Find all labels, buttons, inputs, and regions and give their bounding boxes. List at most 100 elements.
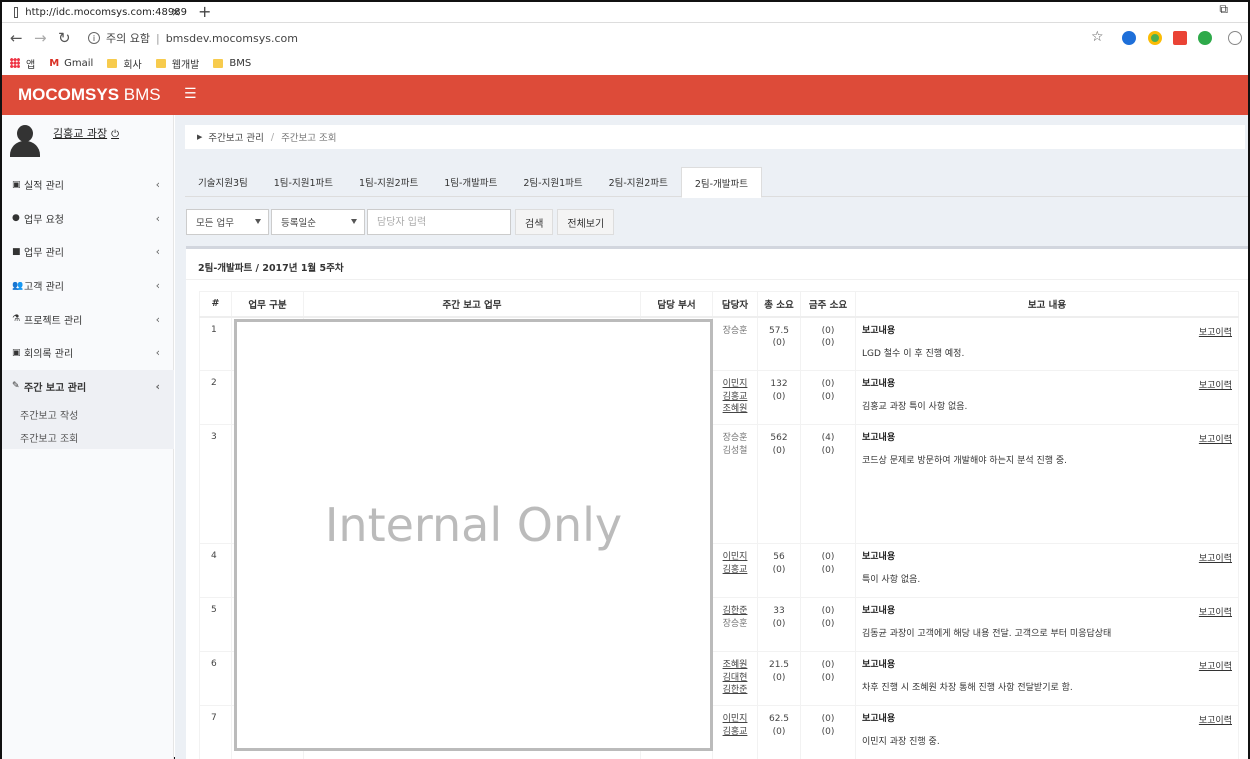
bookmark-star-icon[interactable]: ☆ (1091, 29, 1104, 45)
browser-tab-strip: http://idc.mocomsys.com:48989 × + ⧉ (2, 2, 1248, 23)
assignee-name[interactable]: 김대현 (713, 672, 757, 685)
tab-team1-dev[interactable]: 1팀-개발파트 (431, 167, 510, 197)
report-history-link[interactable]: 보고이력 (1199, 378, 1232, 391)
briefcase-icon: ■ (12, 246, 21, 257)
total-time-cell: 132 (0) (757, 370, 801, 425)
sidebar-item-label: 회의록 관리 (24, 349, 74, 361)
assignee-input[interactable] (367, 209, 511, 235)
hamburger-icon[interactable]: ☰ (184, 86, 197, 102)
assignee-name[interactable]: 조혜원 (713, 659, 757, 672)
week-time-cell: (0) (0) (800, 316, 856, 371)
sidebar-item-weekly-report[interactable]: ✎ 주간 보고 관리 ‹ (2, 369, 174, 404)
week-time-cell: (0) (0) (800, 370, 856, 425)
row-number: 2 (199, 370, 232, 425)
report-label: 보고내용 (862, 552, 896, 562)
breadcrumb-parent[interactable]: 주간보고 관리 (208, 130, 263, 144)
bookmark-gmail[interactable]: M Gmail (49, 58, 93, 69)
week-time: (4) (821, 433, 835, 443)
extension-icon[interactable] (1173, 31, 1187, 45)
report-history-link[interactable]: 보고이력 (1199, 432, 1232, 445)
new-tab-icon[interactable]: + (198, 2, 211, 21)
bookmarks-bar: 앱 M Gmail 회사 웹개발 BMS (2, 52, 1248, 74)
browser-tab[interactable]: http://idc.mocomsys.com:48989 × (6, 2, 187, 23)
row-number: 4 (199, 543, 232, 598)
assignee-name[interactable]: 이민지 (713, 551, 757, 564)
filter-bar: 모든 업무 등록일순 검색 전체보기 (186, 209, 618, 235)
power-icon[interactable]: ⏻ (111, 129, 119, 140)
omnibox[interactable]: i 주의 요함 | bmsdev.mocomsys.com (82, 28, 1112, 48)
total-time-sub: (0) (772, 564, 786, 575)
bookmark-folder-company[interactable]: 회사 (107, 56, 142, 71)
tab-team1-support1[interactable]: 1팀-지원1파트 (261, 167, 346, 197)
week-time-sub: (0) (821, 445, 835, 456)
sidebar-item-task-request[interactable]: ● 업무 요청 ‹ (2, 202, 174, 236)
view-all-button[interactable]: 전체보기 (557, 209, 615, 235)
back-icon[interactable]: ← (10, 29, 23, 47)
avatar (8, 123, 40, 163)
submenu-write-report[interactable]: 주간보고 작성 (2, 403, 174, 426)
total-time: 21.5 (768, 660, 790, 670)
reload-icon[interactable]: ↻ (58, 29, 71, 47)
info-icon[interactable]: i (88, 32, 100, 44)
report-label: 보고내용 (862, 325, 896, 336)
report-content-cell: 보고내용 보고이력 코드상 문제로 방문하여 개발해야 하는지 분석 진행 중. (855, 424, 1239, 544)
assignee-name: 장승훈 (722, 325, 748, 336)
report-history-link[interactable]: 보고이력 (1199, 551, 1232, 564)
app-logo[interactable]: MOCOMSYS BMS (18, 85, 161, 105)
extension-icon[interactable] (1122, 31, 1136, 45)
extension-icon[interactable] (1148, 31, 1162, 45)
assignee-cell: 장승훈 김성철 (712, 424, 758, 544)
report-history-link[interactable]: 보고이력 (1199, 659, 1232, 672)
bookmark-folder-webdev[interactable]: 웹개발 (155, 56, 199, 71)
team-tabs: 기술지원3팀 1팀-지원1파트 1팀-지원2파트 1팀-개발파트 2팀-지원1파… (185, 167, 1248, 198)
tab-tech-support-3[interactable]: 기술지원3팀 (185, 167, 261, 197)
submenu-view-report[interactable]: 주간보고 조회 (2, 426, 174, 449)
sidebar-item-minutes[interactable]: ▣ 회의록 관리 ‹ (2, 336, 174, 370)
sort-select[interactable]: 등록일순 (271, 209, 365, 235)
assignee-name[interactable]: 이민지 (713, 713, 757, 726)
tab-team1-support2[interactable]: 1팀-지원2파트 (346, 167, 431, 197)
bookmark-label: 회사 (123, 59, 142, 71)
tab-team2-support2[interactable]: 2팀-지원2파트 (596, 167, 681, 197)
assignee-name[interactable]: 조혜원 (713, 403, 757, 416)
forward-icon[interactable]: → (34, 29, 47, 47)
bookmark-label: 앱 (26, 59, 36, 71)
week-time-sub: (0) (821, 564, 835, 575)
caret-down-icon (351, 219, 357, 224)
flask-icon: ⚗ (12, 314, 21, 325)
tab-team2-dev[interactable]: 2팀-개발파트 (680, 167, 762, 198)
bookmark-apps[interactable]: 앱 (10, 56, 35, 71)
extension-icon[interactable] (1198, 31, 1212, 45)
sidebar-item-task-manage[interactable]: ■ 업무 관리 ‹ (2, 235, 174, 269)
assignee-cell: 장승훈 (712, 316, 758, 371)
sidebar-item-customer[interactable]: 👥 고객 관리 ‹ (2, 269, 174, 303)
restore-window-icon[interactable]: ⧉ (1219, 2, 1228, 17)
week-time: (0) (821, 325, 835, 336)
tab-team2-support1[interactable]: 2팀-지원1파트 (510, 167, 595, 197)
bookmark-folder-bms[interactable]: BMS (213, 58, 251, 69)
user-name[interactable]: 김홍교 과장 ⏻ (53, 125, 119, 141)
task-type-select[interactable]: 모든 업무 (186, 209, 269, 235)
assignee-name[interactable]: 김홍교 (713, 391, 757, 404)
assignee-name[interactable]: 이민지 (713, 378, 757, 391)
assignee-name[interactable]: 김홍교 (713, 726, 757, 739)
column-header: 총 소요 (757, 291, 801, 318)
omnibox-separator: | (155, 31, 160, 45)
assignee-name[interactable]: 김한준 (713, 605, 757, 618)
calendar-icon: ▣ (12, 179, 21, 190)
report-history-link[interactable]: 보고이력 (1199, 713, 1232, 726)
close-tab-icon[interactable]: × (171, 5, 181, 19)
sidebar-item-project[interactable]: ⚗ 프로젝트 관리 ‹ (2, 302, 174, 336)
report-history-link[interactable]: 보고이력 (1199, 605, 1232, 618)
sidebar-item-label: 주간 보고 관리 (24, 382, 87, 394)
sidebar-item-label: 실적 관리 (24, 181, 64, 193)
assignee-name[interactable]: 김한준 (713, 684, 757, 697)
report-history-link[interactable]: 보고이력 (1199, 325, 1232, 338)
sidebar-item-performance[interactable]: ▣ 실적 관리 ‹ (2, 168, 174, 202)
assignee-name[interactable]: 김홍교 (713, 564, 757, 577)
profile-icon[interactable] (1228, 31, 1242, 45)
select-value: 모든 업무 (196, 218, 234, 229)
week-time-cell: (0) (0) (800, 597, 856, 652)
report-text: LGD 철수 이 후 진행 예정. (862, 348, 965, 359)
search-button[interactable]: 검색 (515, 209, 554, 235)
